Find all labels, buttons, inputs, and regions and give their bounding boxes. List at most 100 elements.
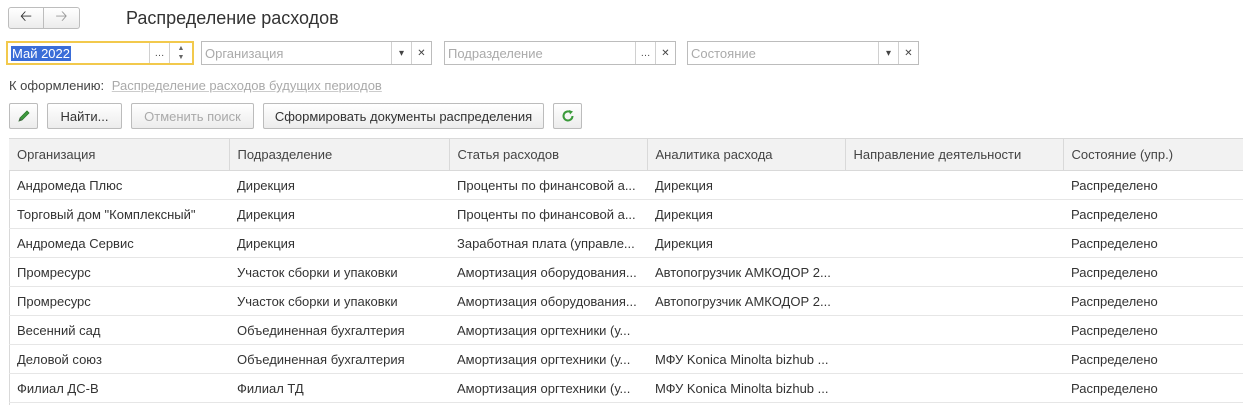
close-icon: ✕ xyxy=(417,47,426,59)
cell-state: Распределено xyxy=(1063,373,1243,403)
cell-state: Распределено xyxy=(1063,315,1243,345)
close-icon: ✕ xyxy=(661,47,670,59)
cancel-search-button[interactable]: Отменить поиск xyxy=(131,103,254,129)
cell-expense-analytics: Автопогрузчик АМКОДОР 2... xyxy=(647,286,845,316)
cell-organization: Филиал ДС-В xyxy=(9,373,229,403)
department-placeholder[interactable]: Подразделение xyxy=(445,46,635,61)
state-placeholder[interactable]: Состояние xyxy=(688,46,878,61)
todo-row: К оформлению: Распределение расходов буд… xyxy=(9,78,382,93)
period-select-button[interactable]: … xyxy=(149,43,169,63)
cell-expense-analytics: Дирекция xyxy=(647,170,845,200)
cell-expense-item: Амортизация оргтехники (у... xyxy=(449,373,647,403)
table-row[interactable]: Промресурс Участок сборки и упаковки Амо… xyxy=(9,286,1243,316)
cell-expense-item: Проценты по финансовой а... xyxy=(449,199,647,229)
refresh-icon xyxy=(562,110,573,122)
page-title: Распределение расходов xyxy=(126,8,339,28)
period-value[interactable]: Май 2022 xyxy=(11,45,71,61)
cell-expense-item: Амортизация оргтехники (у... xyxy=(449,344,647,374)
chevron-down-icon: ▾ xyxy=(885,47,892,59)
cell-expense-item: Амортизация оборудования... xyxy=(449,286,647,316)
cell-expense-item: Проценты по финансовой а... xyxy=(449,170,647,200)
cell-expense-analytics: Дирекция xyxy=(647,199,845,229)
department-field[interactable]: Подразделение … ✕ xyxy=(444,41,676,65)
cell-state: Распределено xyxy=(1063,344,1243,374)
arrow-left-icon: 🡠 xyxy=(19,7,33,25)
cell-activity-direction xyxy=(845,344,1063,374)
table-row[interactable]: Андромеда Плюс Дирекция Проценты по фина… xyxy=(9,170,1243,200)
cell-state: Распределено xyxy=(1063,286,1243,316)
cell-department: Объединенная бухгалтерия xyxy=(229,315,449,345)
cell-organization: Торговый дом "Комплексный" xyxy=(9,199,229,229)
cell-activity-direction xyxy=(845,315,1063,345)
period-field[interactable]: Май 2022 … ▲ ▼ xyxy=(6,41,194,65)
back-button[interactable]: 🡠 xyxy=(8,7,44,29)
organization-placeholder[interactable]: Организация xyxy=(202,46,391,61)
refresh-button[interactable] xyxy=(553,103,582,129)
column-department[interactable]: Подразделение xyxy=(229,138,450,171)
pencil-icon xyxy=(17,110,30,122)
cell-expense-item: Заработная плата (управле... xyxy=(449,228,647,258)
cell-activity-direction xyxy=(845,373,1063,403)
table-row[interactable]: Промресурс Участок сборки и упаковки Амо… xyxy=(9,257,1243,287)
cell-organization: Весенний сад xyxy=(9,315,229,345)
column-state[interactable]: Состояние (упр.) xyxy=(1063,138,1243,171)
cell-organization: Деловой союз xyxy=(9,344,229,374)
todo-label: К оформлению: xyxy=(9,78,105,93)
cell-organization: Промресурс xyxy=(9,257,229,287)
department-clear-button[interactable]: ✕ xyxy=(655,42,675,64)
cell-state: Распределено xyxy=(1063,170,1243,200)
expenses-table: Организация Подразделение Статья расходо… xyxy=(9,138,1243,403)
cell-organization: Андромеда Сервис xyxy=(9,228,229,258)
cell-department: Объединенная бухгалтерия xyxy=(229,344,449,374)
cell-activity-direction xyxy=(845,199,1063,229)
cell-expense-analytics: Автопогрузчик АМКОДОР 2... xyxy=(647,257,845,287)
cell-department: Дирекция xyxy=(229,170,449,200)
cell-department: Филиал ТД xyxy=(229,373,449,403)
forward-button[interactable]: 🡢 xyxy=(44,7,80,29)
cell-state: Распределено xyxy=(1063,257,1243,287)
cell-activity-direction xyxy=(845,286,1063,316)
cell-organization: Промресурс xyxy=(9,286,229,316)
table-row[interactable]: Филиал ДС-В Филиал ТД Амортизация оргтех… xyxy=(9,373,1243,403)
organization-dropdown-button[interactable]: ▾ xyxy=(391,42,411,64)
state-clear-button[interactable]: ✕ xyxy=(898,42,918,64)
cell-expense-analytics xyxy=(647,315,845,345)
cell-expense-analytics: МФУ Konica Minolta bizhub ... xyxy=(647,373,845,403)
todo-link[interactable]: Распределение расходов будущих периодов xyxy=(112,78,382,93)
column-expense-item[interactable]: Статья расходов xyxy=(449,138,648,171)
chevron-down-icon[interactable]: ▼ xyxy=(178,53,185,62)
state-dropdown-button[interactable]: ▾ xyxy=(878,42,898,64)
arrow-right-icon: 🡢 xyxy=(55,7,68,25)
chevron-up-icon[interactable]: ▲ xyxy=(178,44,185,53)
cell-department: Участок сборки и упаковки xyxy=(229,286,449,316)
column-expense-analytics[interactable]: Аналитика расхода xyxy=(647,138,846,171)
close-icon: ✕ xyxy=(904,47,913,59)
table-row[interactable]: Торговый дом "Комплексный" Дирекция Проц… xyxy=(9,199,1243,229)
cell-activity-direction xyxy=(845,228,1063,258)
cell-expense-analytics: Дирекция xyxy=(647,228,845,258)
cell-activity-direction xyxy=(845,170,1063,200)
column-organization[interactable]: Организация xyxy=(9,138,230,171)
create-documents-button[interactable]: Сформировать документы распределения xyxy=(263,103,544,129)
edit-button[interactable] xyxy=(9,103,38,129)
period-stepper[interactable]: ▲ ▼ xyxy=(169,43,192,63)
column-activity-direction[interactable]: Направление деятельности xyxy=(845,138,1064,171)
state-field[interactable]: Состояние ▾ ✕ xyxy=(687,41,919,65)
cell-expense-analytics: МФУ Konica Minolta bizhub ... xyxy=(647,344,845,374)
department-select-button[interactable]: … xyxy=(635,42,655,64)
cell-department: Участок сборки и упаковки xyxy=(229,257,449,287)
table-row[interactable]: Андромеда Сервис Дирекция Заработная пла… xyxy=(9,228,1243,258)
table-header-row: Организация Подразделение Статья расходо… xyxy=(9,138,1243,171)
table-row[interactable]: Весенний сад Объединенная бухгалтерия Ам… xyxy=(9,315,1243,345)
cell-state: Распределено xyxy=(1063,228,1243,258)
organization-clear-button[interactable]: ✕ xyxy=(411,42,431,64)
cell-organization: Андромеда Плюс xyxy=(9,170,229,200)
chevron-down-icon: ▾ xyxy=(398,47,405,59)
cell-state: Распределено xyxy=(1063,199,1243,229)
cell-expense-item: Амортизация оргтехники (у... xyxy=(449,315,647,345)
organization-field[interactable]: Организация ▾ ✕ xyxy=(201,41,432,65)
table-row[interactable]: Деловой союз Объединенная бухгалтерия Ам… xyxy=(9,344,1243,374)
cell-activity-direction xyxy=(845,257,1063,287)
find-button[interactable]: Найти... xyxy=(47,103,122,129)
cell-department: Дирекция xyxy=(229,199,449,229)
